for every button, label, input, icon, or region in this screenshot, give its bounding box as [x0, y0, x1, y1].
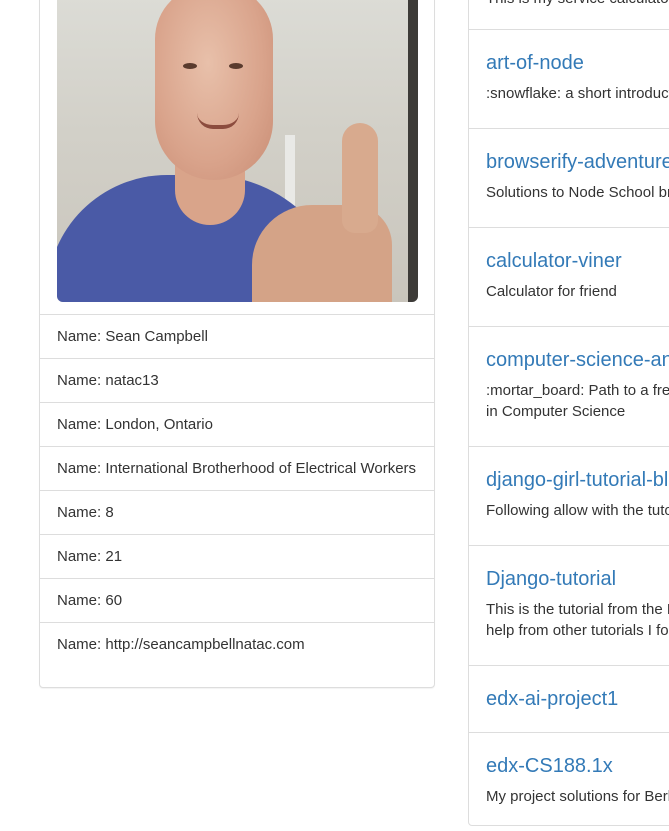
profile-field-username: Name: natac13 [40, 358, 434, 402]
repo-description: My project solutions for Berkeley [486, 788, 669, 805]
profile-card: Name: Sean Campbell Name: natac13 Name: … [39, 0, 435, 688]
repo-description: This is the tutorial from the Django doc… [486, 601, 669, 639]
repo-link[interactable]: edx-ai-project1 [486, 686, 669, 712]
repo-description: :snowflake: a short introduction to node… [486, 85, 669, 102]
repo-item: Django-tutorial This is the tutorial fro… [469, 545, 669, 665]
repo-item: django-girl-tutorial-blog Following allo… [469, 446, 669, 545]
profile-field-count-1: Name: 8 [40, 490, 434, 534]
repo-link[interactable]: django-girl-tutorial-blog [486, 467, 669, 493]
repo-link[interactable]: computer-science-and-more [486, 347, 669, 373]
profile-field-company: Name: International Brotherhood of Elect… [40, 446, 434, 490]
repo-item: edx-ai-project1 [469, 665, 669, 732]
repo-item: art-of-node :snowflake: a short introduc… [469, 29, 669, 128]
profile-field-count-2: Name: 21 [40, 534, 434, 578]
profile-info-list: Name: Sean Campbell Name: natac13 Name: … [40, 314, 434, 666]
repo-item: computer-science-and-more :mortar_board:… [469, 326, 669, 446]
repo-description: This is my service calculator [486, 0, 669, 9]
repo-link[interactable]: edx-CS188.1x [486, 753, 669, 779]
repo-link[interactable]: browserify-adventure [486, 149, 669, 175]
repo-link[interactable]: calculator-viner [486, 248, 669, 274]
repo-item: edx-CS188.1x My project solutions for Be… [469, 732, 669, 831]
repo-link[interactable]: art-of-node [486, 50, 669, 76]
profile-field-location: Name: London, Ontario [40, 402, 434, 446]
profile-photo [57, 0, 418, 302]
profile-field-name: Name: Sean Campbell [40, 314, 434, 358]
repo-description: Solutions to Node School browserify [486, 184, 669, 201]
repo-item: calculator-viner Calculator for friend [469, 227, 669, 326]
repo-list: This is my service calculator art-of-nod… [468, 0, 669, 826]
repo-link[interactable]: Django-tutorial [486, 566, 669, 592]
profile-field-count-3: Name: 60 [40, 578, 434, 622]
profile-field-website: Name: http://seancampbellnatac.com [40, 622, 434, 666]
repo-description: :mortar_board: Path to a free self-taugh… [486, 382, 669, 420]
repo-description: Calculator for friend [486, 283, 617, 300]
repo-item: browserify-adventure Solutions to Node S… [469, 128, 669, 227]
repo-description: Following allow with the tutorial [486, 502, 669, 519]
